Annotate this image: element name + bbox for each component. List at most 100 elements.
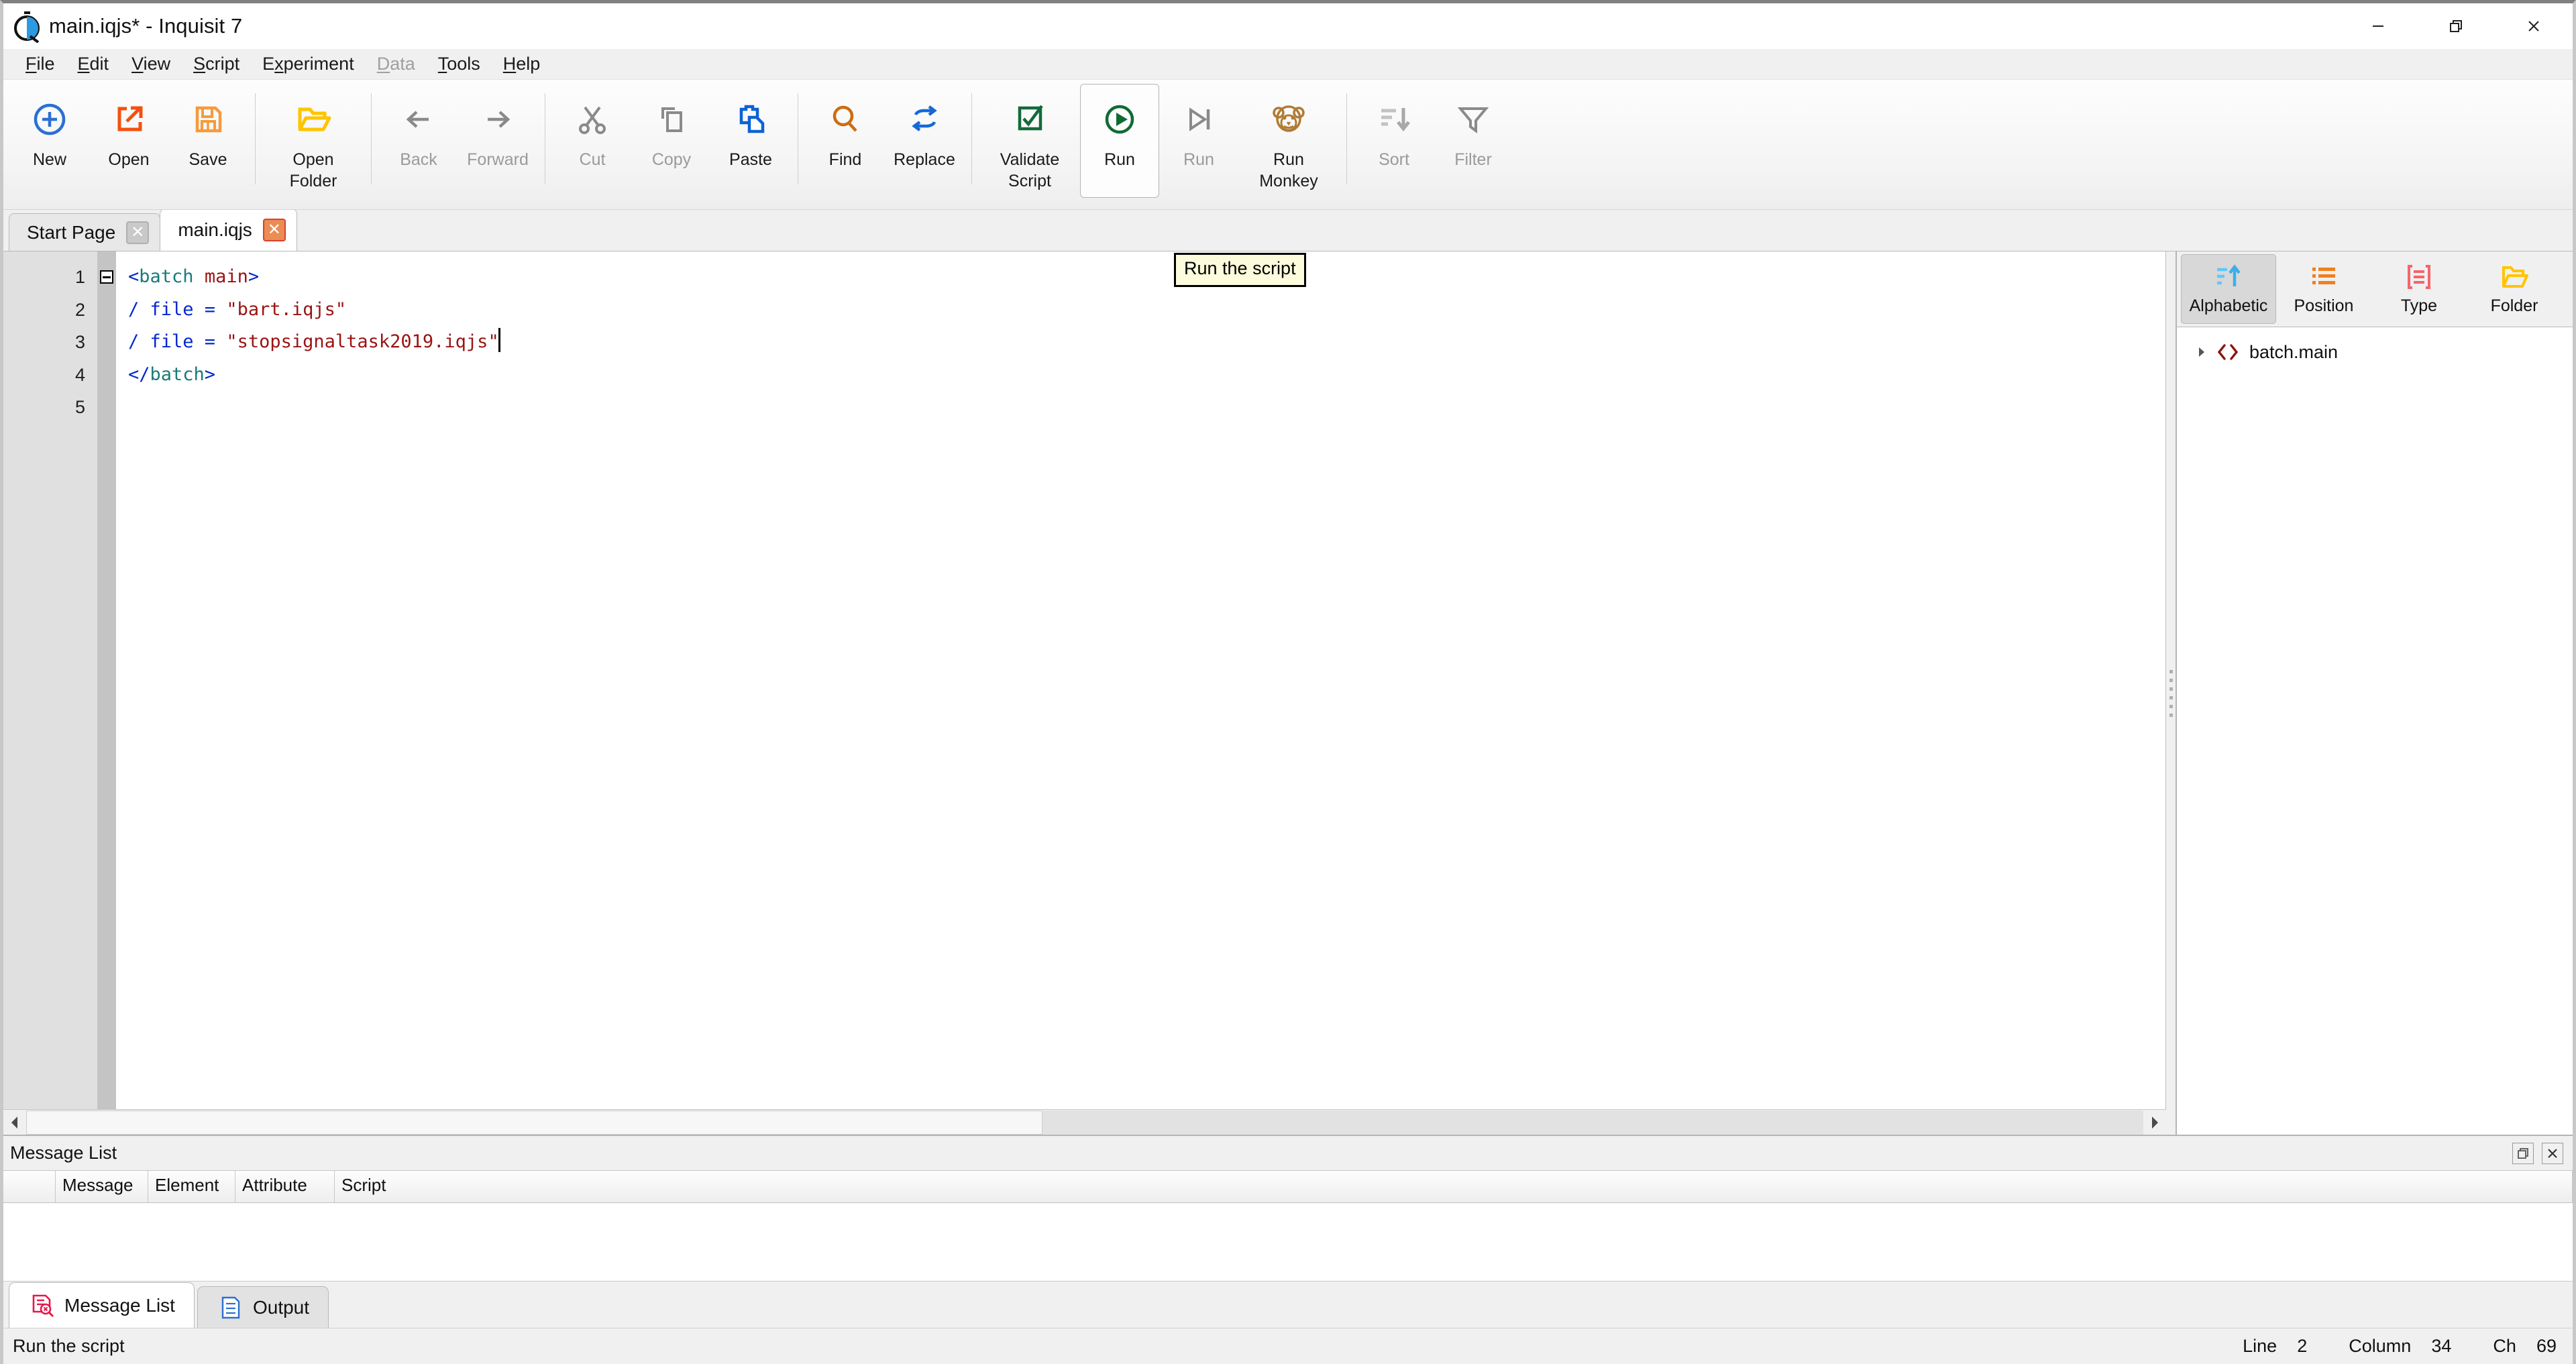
restore-button[interactable]	[2417, 3, 2495, 49]
outline-tree[interactable]: batch.main	[2177, 327, 2573, 1135]
tab-start-page[interactable]: Start Page ✕	[9, 213, 161, 251]
outline-view-toolbar: Alphabetic Position Type Folder	[2177, 251, 2573, 327]
scroll-right-arrow-icon[interactable]	[2143, 1111, 2166, 1135]
tree-item-batch-main[interactable]: batch.main	[2177, 335, 2573, 369]
toolbar-open-button[interactable]: Open	[89, 84, 168, 198]
outline-alphabetic-button[interactable]: Alphabetic	[2181, 254, 2276, 324]
code-line: <batch main>	[128, 261, 2165, 294]
code-editor[interactable]: 1 2 3 4 5 <batch main> / file = "bart.iqj…	[3, 251, 2166, 1109]
scrollbar-track[interactable]	[26, 1110, 2143, 1135]
column-header-message[interactable]: Message	[56, 1171, 148, 1202]
menu-file[interactable]: File	[14, 51, 66, 77]
main-toolbar: New Open Save Open Folder Back Forward C…	[3, 80, 2573, 287]
toolbar-separator	[971, 93, 972, 184]
column-header-attribute[interactable]: Attribute	[235, 1171, 335, 1202]
script-outline-panel: Alphabetic Position Type Folder batch.ma…	[2177, 251, 2573, 1135]
window-title: main.iqjs* - Inquisit 7	[49, 14, 243, 38]
menu-view[interactable]: View	[120, 51, 182, 77]
toolbar-paste-button[interactable]: Paste	[711, 84, 790, 198]
menu-edit[interactable]: Edit	[66, 51, 121, 77]
minimize-button[interactable]	[2339, 3, 2417, 49]
toolbar-label: Sort	[1379, 150, 1409, 169]
toolbar-new-button[interactable]: New	[10, 84, 89, 198]
float-window-icon[interactable]	[2512, 1142, 2534, 1164]
run-to-end-icon	[1175, 99, 1223, 139]
menu-script[interactable]: Script	[182, 51, 251, 77]
outline-folder-button[interactable]: Folder	[2467, 254, 2562, 324]
inquisit-main-window: main.iqjs* - Inquisit 7 File Edit View S…	[0, 0, 2576, 1364]
menu-tools[interactable]: Tools	[427, 51, 492, 77]
paste-icon	[727, 99, 775, 139]
replace-arrows-icon	[900, 99, 949, 139]
outline-button-label: Folder	[2490, 296, 2538, 315]
toolbar-label: Open	[108, 150, 150, 169]
fold-margin[interactable]	[97, 251, 116, 1109]
type-brackets-icon	[2404, 262, 2434, 292]
bottom-tab-message-list[interactable]: Message List	[9, 1282, 195, 1328]
tab-main-iqjs[interactable]: main.iqjs ✕	[160, 209, 297, 251]
funnel-filter-icon	[1449, 99, 1497, 139]
list-position-icon	[2309, 262, 2339, 292]
toolbar-back-button: Back	[379, 84, 458, 198]
arrow-left-icon	[394, 99, 443, 139]
toolbar-separator	[371, 93, 372, 184]
line-number: 4	[74, 364, 85, 385]
toolbar-replace-button[interactable]: Replace	[885, 84, 964, 198]
sort-alphabetic-icon	[2214, 262, 2243, 292]
toolbar-label: New	[32, 150, 66, 169]
toolbar-forward-button: Forward	[458, 84, 537, 198]
chevron-right-icon[interactable]	[2190, 345, 2213, 359]
message-list-icon	[28, 1293, 56, 1318]
panel-title: Message List	[10, 1143, 117, 1163]
bottom-tab-label: Output	[252, 1296, 310, 1318]
scroll-left-arrow-icon[interactable]	[3, 1111, 26, 1135]
toolbar-separator	[1346, 93, 1347, 184]
close-icon[interactable]: ✕	[262, 219, 286, 241]
code-token: batch	[139, 266, 194, 287]
message-grid-header: Message Element Attribute Script	[3, 1171, 2573, 1203]
message-grid-body[interactable]	[3, 1203, 2573, 1281]
tab-label: Start Page	[27, 221, 116, 243]
toolbar-label: Run Monkey	[1259, 150, 1318, 190]
message-list-panel: Message List Message Element Attribute S…	[3, 1135, 2573, 1328]
new-circle-plus-icon	[25, 99, 74, 139]
toolbar-label: Filter	[1454, 150, 1492, 169]
close-icon[interactable]	[2542, 1142, 2563, 1164]
menu-help[interactable]: Help	[492, 51, 552, 77]
code-token: main	[204, 266, 248, 287]
text-cursor	[498, 328, 500, 352]
toolbar-validate-script-button[interactable]: Validate Script	[979, 84, 1080, 198]
outline-position-button[interactable]: Position	[2276, 254, 2371, 324]
column-header-select[interactable]	[3, 1171, 56, 1202]
menu-experiment[interactable]: Experiment	[251, 51, 366, 77]
status-line-value: 2	[2297, 1336, 2308, 1356]
toolbar-find-button[interactable]: Find	[806, 84, 885, 198]
editor-panel-splitter[interactable]	[2166, 251, 2177, 1135]
code-text-area[interactable]: <batch main> / file = "bart.iqjs" / file =…	[116, 251, 2165, 1109]
column-header-script[interactable]: Script	[335, 1171, 2573, 1202]
checkbox-check-icon	[1006, 99, 1054, 139]
scissors-icon	[568, 99, 616, 139]
line-number: 1	[74, 267, 85, 287]
outline-type-button[interactable]: Type	[2371, 254, 2467, 324]
fold-toggle[interactable]	[97, 261, 116, 294]
status-bar: Run the script Line 2 Column 34 Ch 69	[3, 1328, 2573, 1364]
status-column: Column 34	[2349, 1336, 2451, 1357]
outline-button-label: Alphabetic	[2189, 296, 2268, 315]
bottom-tab-label: Message List	[64, 1294, 175, 1316]
toolbar-label: Save	[189, 150, 227, 169]
toolbar-copy-button: Copy	[632, 84, 711, 198]
bottom-tab-output[interactable]: Output	[197, 1286, 329, 1328]
output-document-icon	[217, 1295, 245, 1320]
toolbar-save-button[interactable]: Save	[168, 84, 248, 198]
toolbar-open-folder-button[interactable]: Open Folder	[263, 84, 364, 198]
toolbar-run-monkey-button[interactable]: Run Monkey	[1238, 84, 1339, 198]
column-header-element[interactable]: Element	[148, 1171, 235, 1202]
scrollbar-thumb[interactable]	[26, 1110, 1042, 1135]
close-button[interactable]	[2495, 3, 2573, 49]
open-external-arrow-icon	[105, 99, 153, 139]
close-icon[interactable]: ✕	[126, 221, 150, 244]
toolbar-run-button[interactable]: Run	[1080, 84, 1159, 198]
editor-horizontal-scrollbar[interactable]	[3, 1109, 2166, 1135]
line-number: 2	[74, 299, 85, 320]
